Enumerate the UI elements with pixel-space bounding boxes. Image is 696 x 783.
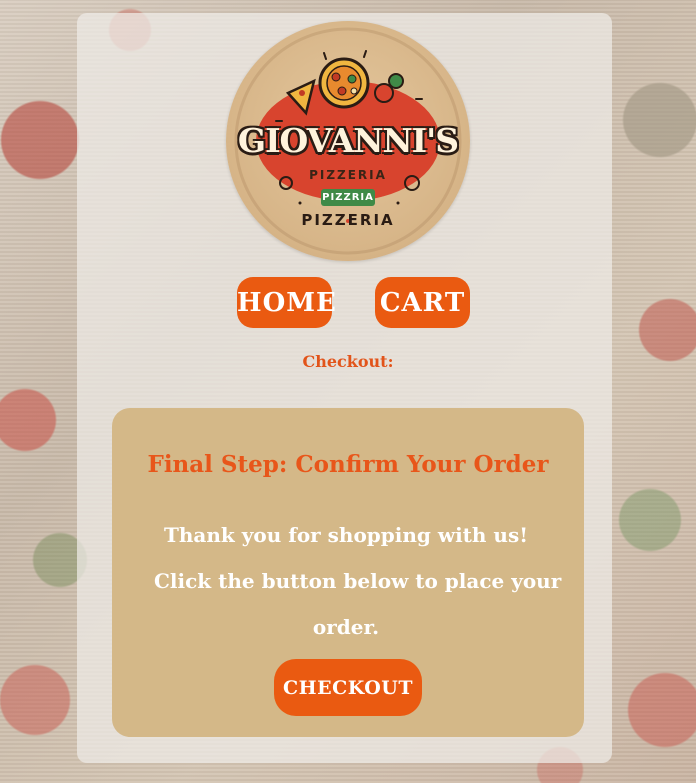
thank-you-message: Thank you for shopping with us! — [164, 523, 528, 547]
logo-subtitle-bottom: PIZZERIA — [301, 211, 395, 229]
section-label: Checkout: — [302, 352, 394, 371]
instruction-message: Click the button below to place your — [154, 569, 562, 593]
confirm-order-card: Final Step: Confirm Your Order Thank you… — [112, 408, 584, 737]
checkout-button[interactable]: CHECKOUT — [274, 659, 422, 716]
cart-button[interactable]: CART — [375, 277, 470, 328]
card-title: Final Step: Confirm Your Order — [147, 451, 549, 478]
pizzeria-logo: GIOVANNI'S PIZZERIA PIZZRIA PIZZERIA — [226, 21, 470, 261]
instruction-message-end: order. — [312, 615, 380, 639]
logo-title: GIOVANNI'S — [237, 121, 459, 160]
logo-subtitle-top: PIZZERIA — [309, 168, 387, 182]
logo-ribbon: PIZZRIA — [321, 189, 375, 206]
home-button[interactable]: HOME — [237, 277, 336, 328]
